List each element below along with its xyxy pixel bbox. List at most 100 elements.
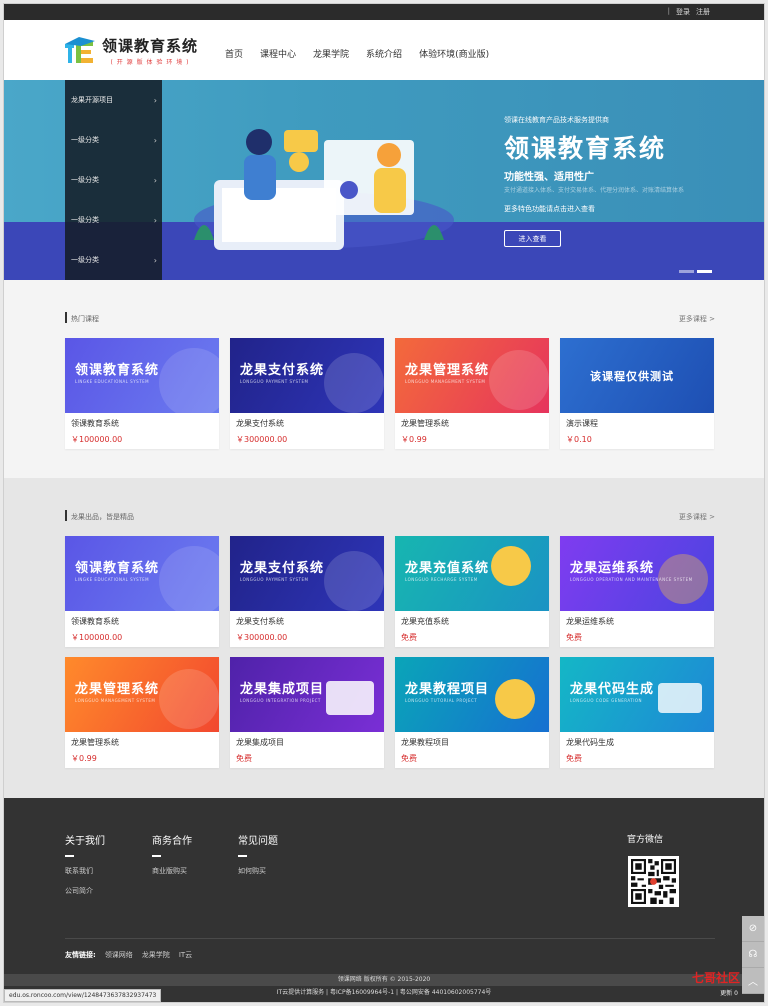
back-to-top-icon[interactable]: ︿ (742, 968, 764, 994)
category-label: 一级分类 (71, 256, 99, 264)
course-thumbnail: 领课教育系统 LINGKE EDUCATIONAL SYSTEM (65, 536, 219, 611)
course-price: 免费 (401, 754, 417, 763)
category-item[interactable]: 一级分类 › (65, 200, 162, 240)
course-thumbnail: 龙果教程项目 LONGGUO TUTORIAL PROJECT (395, 657, 549, 732)
banner-illustration (194, 129, 454, 250)
nav-system-intro[interactable]: 系统介绍 (366, 47, 402, 60)
course-price: ￥100000.00 (71, 633, 123, 642)
thumbnail-title: 龙果教程项目 (405, 682, 490, 697)
section-title: 热门课程 (71, 315, 99, 323)
course-name: 龙果管理系统 (401, 419, 449, 428)
category-label: 一级分类 (71, 216, 99, 224)
course-card[interactable]: 龙果支付系统 LONGGUO PAYMENT SYSTEM 龙果支付系统 ￥30… (230, 338, 384, 449)
main-nav: 首页 课程中心 龙果学院 系统介绍 体验环境(商业版) (225, 47, 489, 60)
carousel-dot[interactable] (679, 270, 694, 273)
footer-business: 商务合作 商业版购买 (152, 832, 192, 876)
course-name: 演示课程 (566, 419, 598, 428)
nav-longguo-academy[interactable]: 龙果学院 (313, 47, 349, 60)
course-thumbnail: 龙果管理系统 LONGGUO MANAGEMENT SYSTEM (395, 338, 549, 413)
footer-heading: 常见问题 (238, 836, 278, 847)
footer-heading-underline (65, 855, 74, 857)
hero-banner[interactable]: 龙果开源项目 › 一级分类 › 一级分类 › 一级分类 › 一级分类 › 领课在线教育产品… (4, 80, 764, 280)
friend-links-label: 友情链接: (65, 951, 96, 959)
nav-course-center[interactable]: 课程中心 (260, 47, 296, 60)
login-link[interactable]: 登录 (676, 7, 690, 17)
course-card[interactable]: 龙果充值系统 LONGGUO RECHARGE SYSTEM 龙果充值系统 免费 (395, 536, 549, 647)
course-card[interactable]: 该课程仅供测试 演示课程 ￥0.10 (560, 338, 714, 449)
course-name: 龙果代码生成 (566, 738, 614, 747)
course-card[interactable]: 龙果运维系统 LONGGUO OPERATION AND MAINTENANCE… (560, 536, 714, 647)
thumbnail-title: 龙果运维系统 (570, 561, 655, 576)
thumbnail-title: 该课程仅供测试 (590, 370, 674, 383)
thumbnail-title: 龙果管理系统 (405, 363, 490, 378)
course-card[interactable]: 领课教育系统 LINGKE EDUCATIONAL SYSTEM 领课教育系统 … (65, 536, 219, 647)
course-name: 龙果集成项目 (236, 738, 284, 747)
more-courses-link[interactable]: 更多课程 > (679, 314, 715, 324)
friend-link[interactable]: IT云 (179, 950, 192, 960)
how-to-buy-link[interactable]: 如何购买 (238, 866, 278, 876)
banner-subtitle: 功能性强、适用性广 (504, 172, 594, 183)
friend-link[interactable]: 领课网络 (105, 950, 133, 960)
thumbnail-subtitle: LONGGUO INTEGRATION PROJECT (240, 698, 321, 703)
thumbnail-subtitle: LONGGUO PAYMENT SYSTEM (240, 379, 309, 384)
copyright: 领课网络 版权所有 © 2015-2020 (4, 974, 764, 986)
carousel-dots (679, 270, 712, 273)
course-price: ￥300000.00 (236, 633, 288, 642)
footer: 关于我们 联系我们 公司简介 商务合作 商业版购买 常见问题 如何购买 官方微信… (4, 798, 764, 1002)
contact-us-link[interactable]: 联系我们 (65, 866, 105, 876)
hot-courses-section: 热门课程 更多课程 > 领课教育系统 LINGKE EDUCATIONAL SY… (4, 280, 764, 478)
course-price: ￥0.99 (71, 754, 97, 763)
course-card[interactable]: 龙果管理系统 LONGGUO MANAGEMENT SYSTEM 龙果管理系统 … (395, 338, 549, 449)
course-card[interactable]: 龙果支付系统 LONGGUO PAYMENT SYSTEM 龙果支付系统 ￥30… (230, 536, 384, 647)
course-price: 免费 (566, 754, 582, 763)
thumbnail-subtitle: LONGGUO CODE GENERATION (570, 698, 643, 703)
nav-trial-env[interactable]: 体验环境(商业版) (419, 47, 489, 60)
footer-faq: 常见问题 如何购买 (238, 832, 278, 876)
course-card[interactable]: 龙果管理系统 LONGGUO MANAGEMENT SYSTEM 龙果管理系统 … (65, 657, 219, 768)
thumbnail-title: 龙果充值系统 (405, 561, 490, 576)
top-bar: | 登录 注册 (4, 4, 764, 20)
watermark-subtext: 更新 0 (720, 990, 738, 997)
thumbnail-title: 领课教育系统 (75, 561, 160, 576)
more-courses-link[interactable]: 更多课程 > (679, 512, 715, 522)
course-name: 龙果支付系统 (236, 617, 284, 626)
thumbnail-title: 龙果支付系统 (240, 363, 325, 378)
thumbnail-subtitle: LONGGUO OPERATION AND MAINTENANCE SYSTEM (570, 577, 693, 582)
category-item[interactable]: 一级分类 › (65, 240, 162, 280)
buy-commercial-link[interactable]: 商业版购买 (152, 866, 192, 876)
watermark-logo: 七哥社区 (691, 971, 740, 985)
logo[interactable]: 领课教育系统 ( 开 源 版 体 验 环 境 ) (65, 35, 198, 66)
floating-toolbar: ⊘ ☊ ︿ (742, 916, 764, 994)
company-intro-link[interactable]: 公司简介 (65, 886, 105, 896)
thumbnail-subtitle: LONGGUO MANAGEMENT SYSTEM (75, 698, 156, 703)
category-item[interactable]: 一级分类 › (65, 120, 162, 160)
register-link[interactable]: 注册 (696, 7, 710, 17)
course-thumbnail: 领课教育系统 LINGKE EDUCATIONAL SYSTEM (65, 338, 219, 413)
section-marker (65, 510, 67, 521)
course-thumbnail: 龙果支付系统 LONGGUO PAYMENT SYSTEM (230, 338, 384, 413)
category-item[interactable]: 龙果开源项目 › (65, 80, 162, 120)
enter-view-button[interactable]: 进入查看 (504, 230, 561, 247)
chevron-right-icon: › (153, 255, 157, 265)
course-card[interactable]: 龙果代码生成 LONGGUO CODE GENERATION 龙果代码生成 免费 (560, 657, 714, 768)
headset-icon[interactable]: ☊ (742, 942, 764, 968)
course-price: 免费 (566, 633, 582, 642)
chevron-right-icon: › (153, 135, 157, 145)
friend-link[interactable]: 龙果学院 (142, 950, 170, 960)
thumbnail-title: 龙果支付系统 (240, 561, 325, 576)
chevron-right-icon: › (153, 95, 157, 105)
course-card[interactable]: 龙果教程项目 LONGGUO TUTORIAL PROJECT 龙果教程项目 免… (395, 657, 549, 768)
course-price: ￥0.99 (401, 435, 427, 444)
share-icon[interactable]: ⊘ (742, 916, 764, 942)
nav-home[interactable]: 首页 (225, 47, 243, 60)
course-price: 免费 (236, 754, 252, 763)
carousel-dot-active[interactable] (697, 270, 712, 273)
course-card[interactable]: 领课教育系统 LINGKE EDUCATIONAL SYSTEM 领课教育系统 … (65, 338, 219, 449)
course-card[interactable]: 龙果集成项目 LONGGUO INTEGRATION PROJECT 龙果集成项… (230, 657, 384, 768)
thumbnail-subtitle: LINGKE EDUCATIONAL SYSTEM (75, 577, 150, 582)
status-bar-url: edu.os.roncoo.com/view/12484736378329374… (4, 989, 162, 1002)
section-header: 龙果出品，皆是精品 更多课程 > (65, 510, 715, 522)
category-item[interactable]: 一级分类 › (65, 160, 162, 200)
logo-icon (65, 36, 97, 65)
thumbnail-subtitle: LONGGUO MANAGEMENT SYSTEM (405, 379, 486, 384)
